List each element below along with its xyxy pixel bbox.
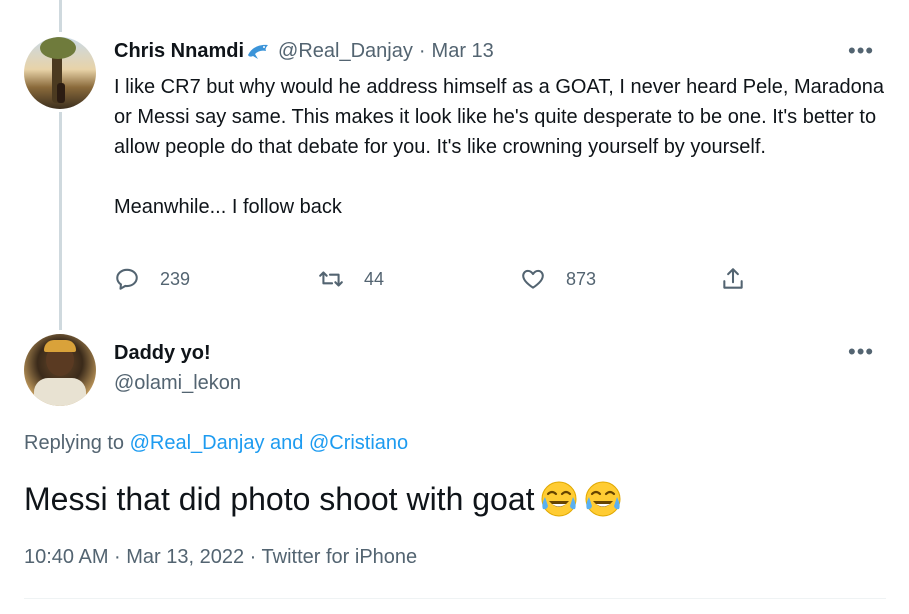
tweet-timestamp[interactable]: 10:40 AM · Mar 13, 2022 · Twitter for iP…	[24, 546, 417, 569]
share-icon	[723, 268, 743, 289]
main-tweet-text: Messi that did photo shoot with goat	[24, 478, 623, 520]
main-tweet-body: Messi that did photo shoot with goat	[24, 481, 535, 517]
tweet-text-paragraph: Meanwhile... I follow back	[114, 196, 342, 218]
share-button[interactable]	[720, 266, 766, 292]
tweet-text: I like CR7 but why would he address hims…	[114, 72, 884, 222]
retweet-icon	[319, 271, 343, 287]
divider	[24, 598, 886, 599]
display-name[interactable]: Chris Nnamdi	[114, 40, 244, 63]
avatar[interactable]	[24, 334, 96, 406]
reply-count: 239	[160, 268, 191, 289]
parent-tweet-header: Chris Nnamdi @Real_Danjay · Mar 13	[114, 40, 494, 63]
thread-line	[59, 112, 62, 330]
tweet-date[interactable]: Mar 13	[432, 40, 494, 63]
thread-line-top	[59, 0, 62, 32]
tweet-actions: 239 44 873	[114, 266, 764, 302]
separator: ·	[418, 40, 426, 62]
retweet-count: 44	[364, 268, 385, 289]
more-options-button[interactable]: •••	[848, 341, 876, 363]
replying-to-label: Replying to	[24, 432, 125, 454]
retweet-button[interactable]: 44	[318, 266, 384, 292]
like-count: 873	[566, 268, 597, 289]
handle[interactable]: @Real_Danjay	[278, 40, 413, 63]
like-button[interactable]: 873	[520, 266, 596, 292]
display-name[interactable]: Daddy yo!	[114, 342, 211, 365]
reply-icon	[116, 268, 138, 290]
tears-of-joy-emoji	[539, 479, 579, 519]
avatar[interactable]	[24, 37, 96, 109]
reply-button[interactable]: 239	[114, 266, 190, 292]
more-options-button[interactable]: •••	[848, 40, 876, 62]
tears-of-joy-emoji	[583, 479, 623, 519]
dolphin-icon	[246, 41, 272, 63]
tweet-text-paragraph: I like CR7 but why would he address hims…	[114, 76, 885, 158]
heart-icon	[522, 269, 544, 289]
replying-to-user-link[interactable]: @Cristiano	[309, 432, 408, 454]
handle[interactable]: @olami_lekon	[114, 372, 241, 395]
replying-to-user-link[interactable]: @Real_Danjay	[130, 432, 265, 454]
replying-to-and: and	[270, 432, 304, 454]
replying-to-line: Replying to @Real_Danjay and @Cristiano	[24, 432, 408, 455]
